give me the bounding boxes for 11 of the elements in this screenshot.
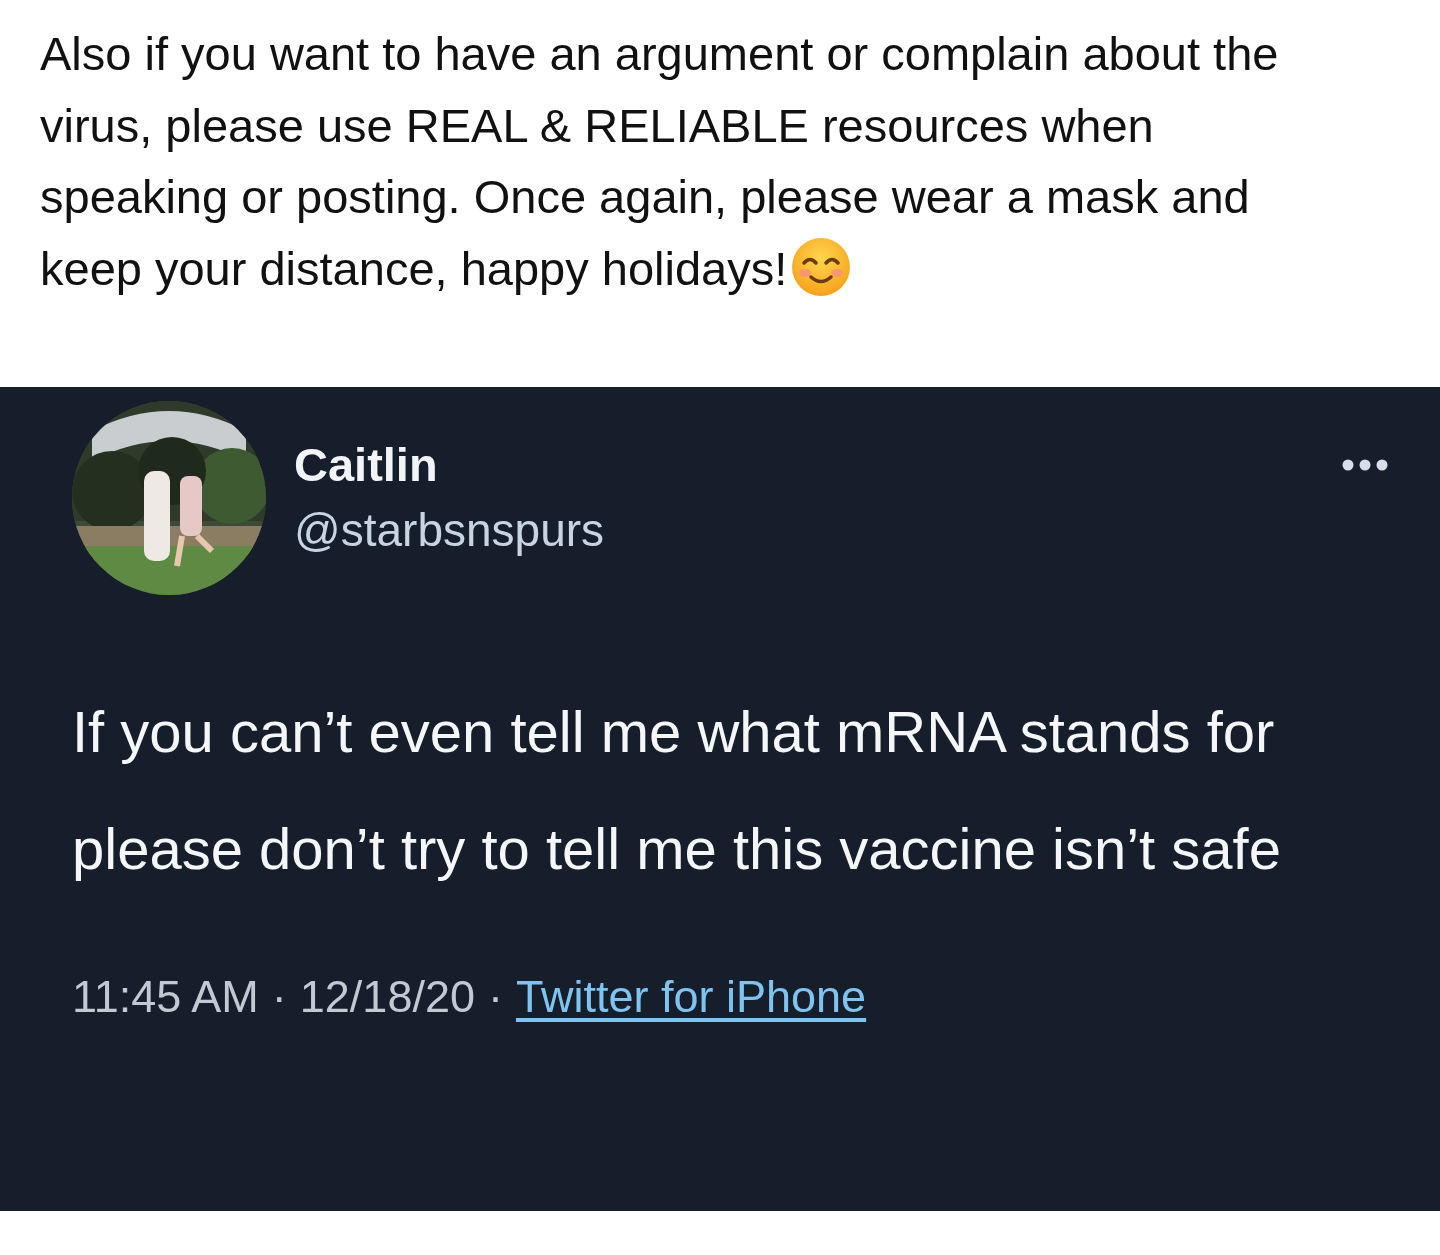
source-link[interactable]: Twitter for iPhone xyxy=(515,971,867,1023)
separator-dot: · xyxy=(271,971,287,1023)
more-options-icon[interactable] xyxy=(1342,459,1388,471)
separator-dot: · xyxy=(487,971,503,1023)
author-name: Caitlin xyxy=(294,437,439,493)
smiling-face-icon xyxy=(791,236,852,297)
tweet-meta: 11:45 AM xyxy=(72,971,259,1023)
post-text: Also if you want to have an argument or complain about the virus, please use REAL & RELIABLE resources when speaking or posting. Once again, please wear a mask and keep your distance, happy holidays! xyxy=(40,26,1280,299)
tweet-text: If you can’t even tell me what mRNA stands for please don’t try to tell me this vaccine isn’t safe xyxy=(72,698,1282,883)
tweet-meta: 12/18/20 xyxy=(299,971,475,1023)
author-handle: @starbsnspurs xyxy=(294,503,606,558)
